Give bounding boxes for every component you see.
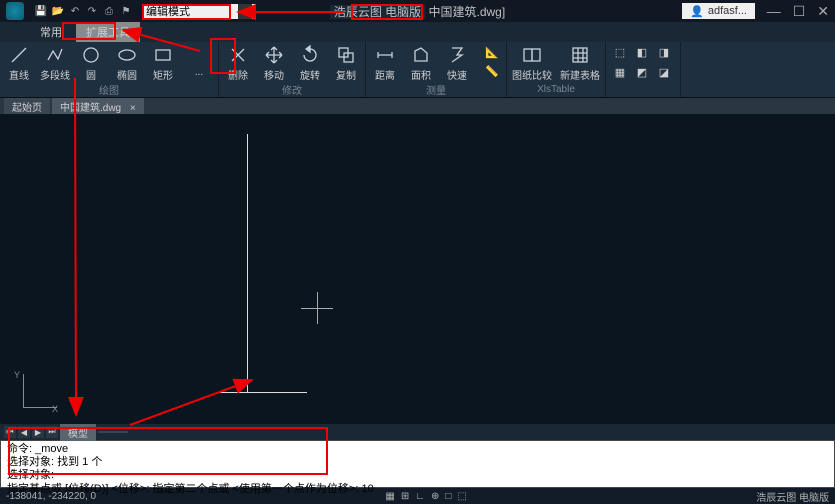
doctab-file[interactable]: 中国建筑.dwg × (52, 98, 144, 115)
doctab-close-icon[interactable]: × (130, 103, 136, 114)
group-draw: 直线 多段线 圆 椭圆 矩形 ... 绘图 (0, 42, 219, 97)
ribbon-tabbar: 常用 扩展工具 (0, 22, 835, 42)
mini-tool-6[interactable]: ◪ (656, 64, 672, 80)
app-title: 浩辰云图 电脑版 (330, 5, 425, 19)
doctab-start[interactable]: 起始页 (4, 98, 50, 115)
user-badge[interactable]: 👤 adfasf... (682, 3, 755, 19)
tool-compare[interactable]: 图纸比较 (513, 44, 551, 82)
tool-area[interactable]: 面积 (408, 44, 434, 82)
tab-extension-tools[interactable]: 扩展工具 (76, 22, 140, 42)
geometry-vline (247, 134, 248, 392)
qat-print-icon[interactable]: ⎙ (102, 4, 116, 18)
titlebar: 💾 📂 ↶ ↷ ⎙ ⚑ 编辑模式 浩辰云图 电脑版 中国建筑.dwg] 👤 ad… (0, 0, 835, 22)
tab-common[interactable]: 常用 (30, 22, 72, 42)
mt-first[interactable]: ⏮ (4, 426, 16, 438)
mode-label: 编辑模式 (146, 3, 190, 19)
tab-layout1[interactable] (98, 431, 128, 433)
tool-newtable[interactable]: 新建表格 (561, 44, 599, 82)
crosshair-h (301, 308, 333, 309)
user-icon: 👤 (690, 5, 704, 18)
doc-title: 中国建筑.dwg] (429, 5, 506, 19)
mini-measure-2[interactable]: 📏 (484, 63, 500, 79)
tool-circle[interactable]: 圆 (78, 44, 104, 82)
mini-tool-5[interactable]: ◩ (634, 64, 650, 80)
tab-model[interactable]: 模型 (60, 424, 96, 441)
drawing-canvas[interactable]: Y X (0, 114, 835, 424)
group-compare: 图纸比较 新建表格 XlsTable (507, 42, 606, 97)
group-misc: ⬚ ◧ ◨ ▦ ◩ ◪ (606, 42, 681, 97)
maximize-button[interactable]: ☐ (793, 3, 806, 20)
app-logo-icon (6, 2, 24, 20)
mini-tool-4[interactable]: ▦ (612, 64, 628, 80)
group-measure: 距离 面积 快速 📐 📏 测量 (366, 42, 507, 97)
group-modify: 删除 移动 旋转 复制 修改 (219, 42, 366, 97)
group-label-measure: 测量 (426, 82, 446, 97)
title-text: 浩辰云图 电脑版 中国建筑.dwg] (330, 3, 505, 20)
cmd-line-3: 选择对象: (7, 469, 828, 482)
mini-tool-3[interactable]: ◨ (656, 44, 672, 60)
tool-more[interactable]: ... (186, 44, 212, 78)
mode-dropdown[interactable]: 编辑模式 (142, 4, 256, 19)
mt-next[interactable]: ▶ (32, 426, 44, 438)
mini-tool-2[interactable]: ◧ (634, 44, 650, 60)
mt-prev[interactable]: ◀ (18, 426, 30, 438)
tool-ellipse[interactable]: 椭圆 (114, 44, 140, 82)
close-button[interactable]: ✕ (817, 3, 829, 20)
tool-fast[interactable]: 快速 (444, 44, 470, 82)
qat-open-icon[interactable]: 📂 (51, 4, 65, 18)
ucs-icon: Y X (14, 374, 54, 414)
document-tabs: 起始页 中国建筑.dwg × (0, 98, 835, 114)
group-label-xlstable: XlsTable (537, 84, 575, 95)
tool-delete[interactable]: 删除 (225, 44, 251, 82)
qat-undo-icon[interactable]: ↶ (68, 4, 82, 18)
tool-distance[interactable]: 距离 (372, 44, 398, 82)
status-brand: 浩辰云图 电脑版 (756, 489, 829, 504)
mode-arrow-icon (238, 4, 252, 19)
tool-move[interactable]: 移动 (261, 44, 287, 82)
ribbon: 直线 多段线 圆 椭圆 矩形 ... 绘图 删除 移动 旋转 复制 修改 距离 … (0, 42, 835, 98)
tool-copy[interactable]: 复制 (333, 44, 359, 82)
group-label-modify: 修改 (282, 82, 302, 97)
geometry-hline (219, 392, 307, 393)
qat-redo-icon[interactable]: ↷ (85, 4, 99, 18)
cmd-line-2: 选择对象: 找到 1 个 (7, 456, 828, 469)
group-label-draw: 绘图 (99, 82, 119, 97)
tool-line[interactable]: 直线 (6, 44, 32, 82)
tool-rotate[interactable]: 旋转 (297, 44, 323, 82)
mini-measure-1[interactable]: 📐 (484, 44, 500, 60)
window-buttons: — ☐ ✕ (767, 3, 829, 20)
mt-last[interactable]: ⏭ (46, 426, 58, 438)
qat-flag-icon[interactable]: ⚑ (119, 4, 133, 18)
qat-save-icon[interactable]: 💾 (34, 4, 48, 18)
command-window[interactable]: 命令: _move 选择对象: 找到 1 个 选择对象: 指定基点或 [位移(D… (0, 440, 835, 488)
tool-rect[interactable]: 矩形 (150, 44, 176, 82)
mini-tool-1[interactable]: ⬚ (612, 44, 628, 60)
user-name: adfasf... (708, 5, 747, 17)
model-tabs: ⏮ ◀ ▶ ⏭ 模型 (0, 424, 835, 440)
cmd-line-1: 命令: _move (7, 443, 828, 456)
minimize-button[interactable]: — (767, 3, 781, 20)
tool-polyline[interactable]: 多段线 (42, 44, 68, 82)
